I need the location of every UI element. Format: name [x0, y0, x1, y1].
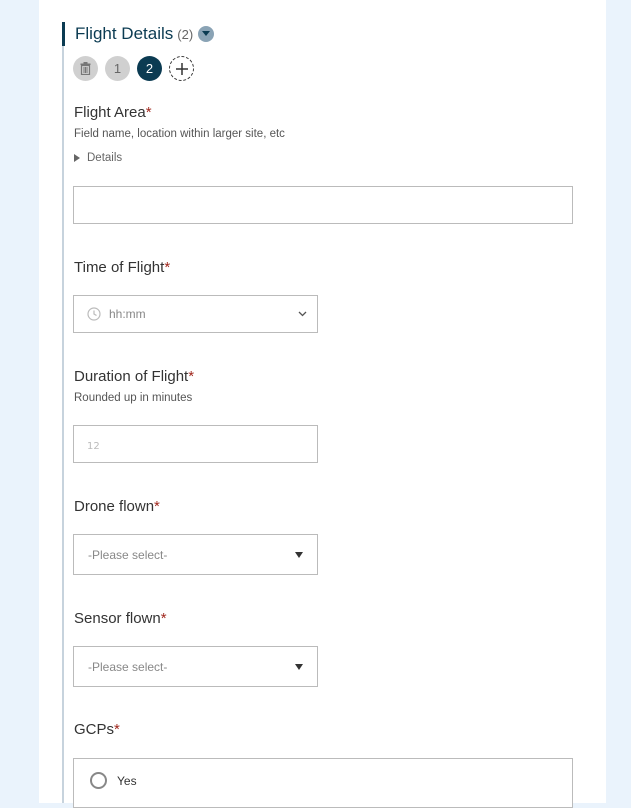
gcps-options-box	[73, 758, 573, 808]
gcps-option-label: Yes	[117, 773, 137, 788]
duration-label: Duration of Flight*	[74, 368, 194, 385]
section-accent-bar	[62, 22, 65, 46]
duration-label-text: Duration of Flight	[74, 368, 189, 385]
sensor-flown-label-text: Sensor flown	[74, 610, 161, 627]
drone-flown-label: Drone flown*	[74, 498, 160, 515]
radio-button[interactable]	[90, 772, 107, 789]
time-of-flight-label: Time of Flight*	[74, 259, 170, 276]
time-of-flight-picker[interactable]: hh:mm	[73, 295, 318, 333]
triangle-right-icon	[74, 154, 80, 162]
required-marker: *	[160, 610, 167, 627]
flight-area-label: Flight Area*	[74, 104, 152, 121]
section-title: Flight Details	[75, 24, 174, 43]
plus-icon	[175, 62, 188, 75]
drone-flown-label-text: Drone flown	[74, 498, 155, 515]
flight-area-hint: Field name, location within larger site,…	[74, 128, 285, 140]
clock-icon	[87, 307, 101, 321]
number-input-icon: 12	[87, 441, 100, 451]
chevron-down-icon	[202, 31, 211, 36]
time-placeholder: hh:mm	[109, 307, 146, 321]
sensor-flown-select[interactable]: -Please select-	[73, 646, 318, 687]
collapse-button[interactable]	[198, 26, 215, 42]
time-of-flight-label-text: Time of Flight	[74, 259, 165, 276]
gcps-label-text: GCPs	[74, 721, 115, 738]
required-marker: *	[154, 498, 160, 515]
entry-tab-2[interactable]: 2	[137, 56, 162, 81]
caret-down-icon	[295, 551, 303, 558]
time-input-inner: hh:mm	[87, 307, 146, 321]
required-marker: *	[114, 721, 120, 738]
duration-input[interactable]: 12	[73, 425, 318, 463]
flight-area-label-text: Flight Area	[74, 104, 146, 121]
section-header: Flight Details (2)	[75, 24, 215, 44]
add-entry-button[interactable]	[169, 56, 194, 81]
sensor-flown-selected: -Please select-	[88, 659, 168, 674]
details-toggle[interactable]: Details	[74, 152, 122, 164]
gcps-option-yes[interactable]: Yes	[90, 772, 137, 789]
entry-tabs: 1 2	[73, 56, 201, 81]
section-rule	[62, 22, 64, 803]
entry-tab-1[interactable]: 1	[105, 56, 130, 81]
required-marker: *	[164, 259, 171, 276]
required-marker: *	[188, 368, 195, 385]
chevron-down-icon	[298, 311, 307, 317]
flight-area-input[interactable]	[73, 186, 573, 224]
gcps-label: GCPs*	[74, 721, 120, 738]
drone-flown-selected: -Please select-	[88, 547, 168, 562]
delete-entry-button[interactable]	[73, 56, 98, 81]
svg-text:12: 12	[87, 441, 100, 451]
trash-icon	[80, 62, 91, 75]
duration-hint: Rounded up in minutes	[74, 392, 193, 404]
required-marker: *	[145, 104, 152, 121]
details-label: Details	[87, 152, 123, 164]
caret-down-icon	[295, 663, 303, 670]
drone-flown-select[interactable]: -Please select-	[73, 534, 318, 575]
sensor-flown-label: Sensor flown*	[74, 610, 167, 627]
section-count: (2)	[177, 26, 194, 42]
